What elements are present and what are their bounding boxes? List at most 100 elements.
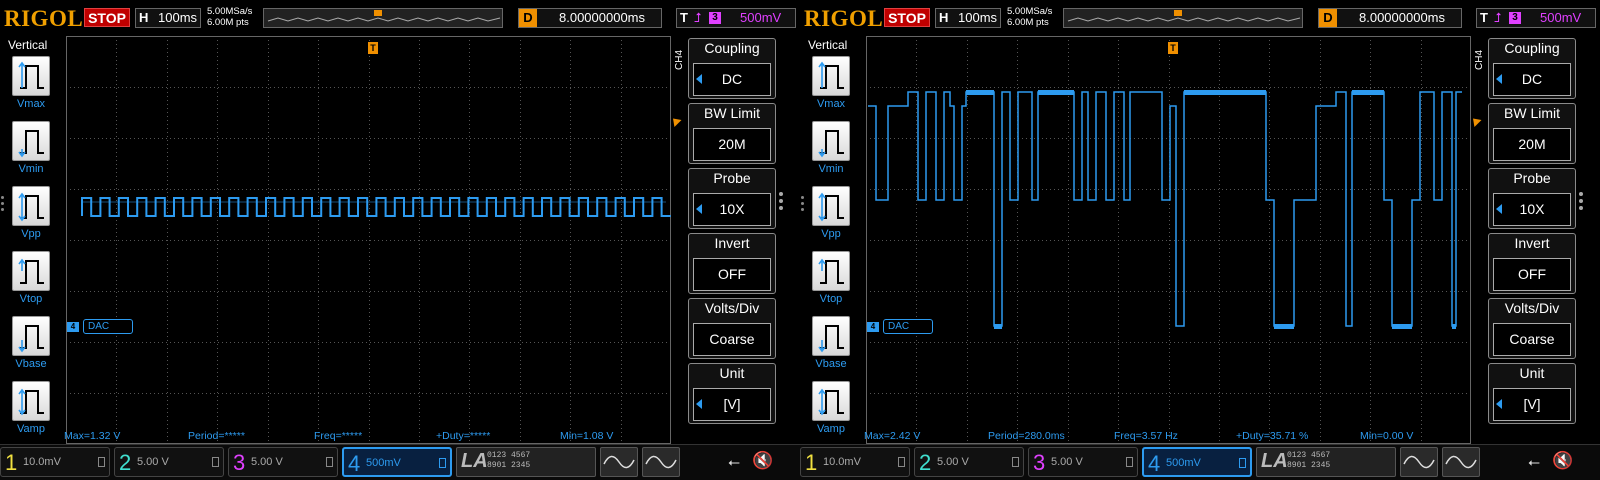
ch3-number: 3 [1033,450,1046,475]
trigger-source: 3 [709,12,721,24]
sample-info: 5.00MSa/s 6.00M pts [1007,6,1052,28]
menu-button-title: Invert [1514,235,1550,251]
ch1-button[interactable]: 1 10.0mV [800,447,910,477]
ch3-button[interactable]: 3 5.00 V [1028,447,1138,477]
delay-display[interactable]: D 8.00000000ms [1318,8,1462,28]
ch1-scale: 10.0mV [823,456,861,468]
measure-item-vamp[interactable]: Vamp [0,379,62,441]
menu-invert-button[interactable]: Invert OFF [1488,233,1576,294]
menu-button-title: Coupling [704,40,760,56]
measure-item-vtop[interactable]: Vtop [800,249,862,311]
menu-button-value: DC [693,63,771,96]
top-status-bar: RIGOL STOP H 100ms 5.00MSa/s 6.00M pts D… [0,0,800,36]
measure-item-vamp[interactable]: Vamp [800,379,862,441]
vamp-icon [12,381,50,421]
ch2-button[interactable]: 2 5.00 V [114,447,224,477]
vmax-icon [812,56,850,96]
logic-analyzer-button[interactable]: LA 0123 4567 8901 2345 [456,447,596,477]
sample-info: 5.00MSa/s 6.00M pts [207,6,252,28]
menu-invert-button[interactable]: Invert OFF [688,233,776,294]
trigger-label: T [680,10,688,25]
ch2-scale: 5.00 V [137,456,169,468]
ch4-button[interactable]: 4 500mV [1142,447,1252,477]
ch2-button[interactable]: 2 5.00 V [914,447,1024,477]
measure-item-vtop[interactable]: Vtop [0,249,62,311]
menu-button-title: Probe [713,170,751,186]
horizontal-timebase[interactable]: H 100ms [935,8,1001,28]
trigger-level-marker[interactable] [1469,114,1482,128]
ch3-button[interactable]: 3 5.00 V [228,447,338,477]
ch4-offset-marker[interactable]: 4 [67,322,79,332]
measure-min: Min=0.00 V [1360,430,1414,442]
rotary-select-icon [696,74,702,84]
vertical-measure-menu: Vertical Vmax Vmin Vpp Vtop Vbase Vamp [800,36,862,444]
ch4-trace-segment [1274,324,1294,329]
oscilloscope-screen-right: RIGOL STOP H 100ms 5.00MSa/s 6.00M pts D… [800,0,1600,480]
horizontal-timebase[interactable]: H 100ms [135,8,201,28]
ch1-scale: 10.0mV [23,456,61,468]
rotary-select-icon [1496,74,1502,84]
source2-button[interactable] [1442,447,1480,477]
trigger-level-marker[interactable] [669,114,682,128]
measure-item-vmax[interactable]: Vmax [800,54,862,116]
speaker-muted-icon[interactable]: 🔇 [752,451,773,471]
ch1-button[interactable]: 1 10.0mV [0,447,110,477]
waveform-grid[interactable] [866,36,1471,444]
trigger-position-marker[interactable]: T [368,42,378,54]
measure-item-vmin[interactable]: Vmin [0,119,62,181]
measure-item-vmin[interactable]: Vmin [800,119,862,181]
menu-unit-button[interactable]: Unit [V] [688,363,776,424]
sample-rate: 5.00MSa/s [207,6,253,17]
la-channel-bits: 0123 4567 8901 2345 [1287,451,1391,473]
measure-item-vpp[interactable]: Vpp [800,184,862,246]
menu-coupling-button[interactable]: Coupling DC [1488,38,1576,99]
measure-item-label: Vmax [816,98,846,110]
measure-item-vmax[interactable]: Vmax [0,54,62,116]
vmax-icon [12,56,50,96]
measure-item-vbase[interactable]: Vbase [0,314,62,376]
la-label: LA [461,450,488,472]
run-stop-status[interactable]: STOP [884,8,930,27]
channel-label: DAC [83,319,133,334]
logic-analyzer-button[interactable]: LA 0123 4567 8901 2345 [1256,447,1396,477]
trigger-display[interactable]: T ⮥ 3 500mV [1476,8,1596,28]
channel-settings-menu: Coupling DC BW Limit 20M Probe 10X Invert OFF Vo… [1488,38,1576,438]
trigger-position-marker[interactable]: T [1168,42,1178,54]
ch4-number: 4 [1148,451,1161,476]
trigger-display[interactable]: T ⮥ 3 500mV [676,8,796,28]
source2-button[interactable] [642,447,680,477]
menu-bw-limit-button[interactable]: BW Limit 20M [1488,103,1576,164]
menu-volts-div-button[interactable]: Volts/Div Coarse [1488,298,1576,359]
ch4-offset-marker[interactable]: 4 [867,322,879,332]
channel-label: DAC [883,319,933,334]
ch4-button[interactable]: 4 500mV [342,447,452,477]
ch4-trace-segment [1038,90,1074,95]
source1-button[interactable] [600,447,638,477]
ch2-bw-icon [1012,457,1019,467]
delay-display[interactable]: D 8.00000000ms [518,8,662,28]
oscilloscope-screen-left: RIGOL STOP H 100ms 5.00MSa/s 6.00M pts D… [0,0,800,480]
measure-max: Max=1.32 V [64,430,121,442]
measure-item-vpp[interactable]: Vpp [0,184,62,246]
menu-button-title: Volts/Div [704,300,760,316]
run-stop-status[interactable]: STOP [84,8,130,27]
menu-button-title: Coupling [1504,40,1560,56]
usb-icon: ⭠ [728,454,741,471]
menu-probe-button[interactable]: Probe 10X [688,168,776,229]
measure-item-vbase[interactable]: Vbase [800,314,862,376]
menu-coupling-button[interactable]: Coupling DC [688,38,776,99]
menu-unit-button[interactable]: Unit [V] [1488,363,1576,424]
waveform-grid[interactable] [66,36,671,444]
menu-bw-limit-button[interactable]: BW Limit 20M [688,103,776,164]
speaker-muted-icon[interactable]: 🔇 [1552,451,1573,471]
waveform-overview-bar[interactable] [1063,8,1303,28]
menu-button-value: [V] [693,388,771,421]
menu-button-value: [V] [1493,388,1571,421]
menu-volts-div-button[interactable]: Volts/Div Coarse [688,298,776,359]
menu-probe-button[interactable]: Probe 10X [1488,168,1576,229]
source1-button[interactable] [1400,447,1438,477]
waveform-overview-bar[interactable] [263,8,503,28]
channel-status-bar: 1 10.0mV 2 5.00 V 3 5.00 V 4 500mV LA 01… [800,444,1600,480]
usb-icon: ⭠ [1528,454,1541,471]
vertical-measure-menu: Vertical Vmax Vmin Vpp Vtop Vbase Vamp [0,36,62,444]
